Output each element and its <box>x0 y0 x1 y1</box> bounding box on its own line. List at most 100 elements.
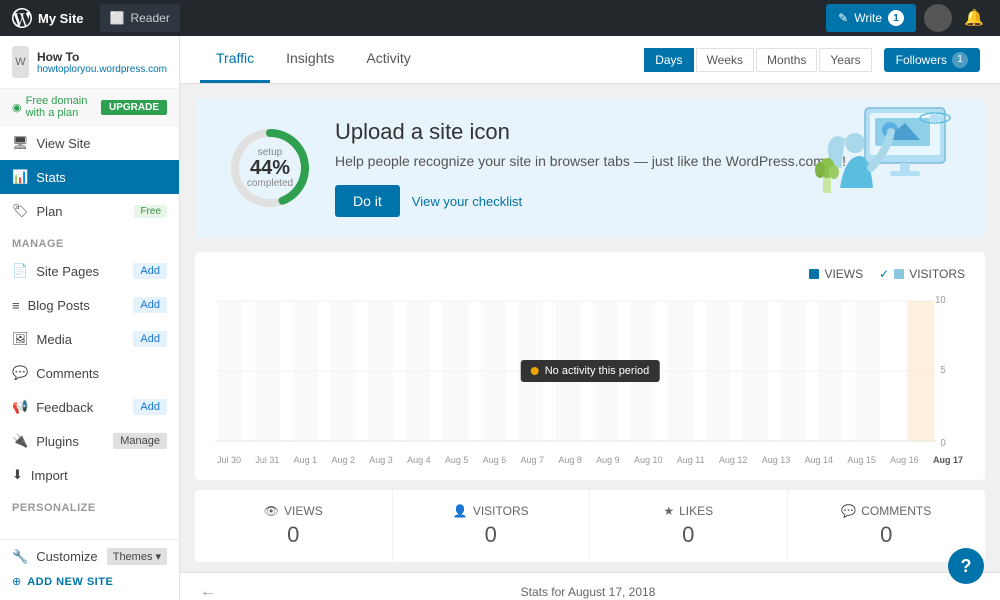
plan-badge: Free <box>134 205 167 218</box>
completed-label: completed <box>247 178 293 189</box>
reader-button[interactable]: ⬜ Reader <box>100 4 180 32</box>
site-name: How To <box>37 50 167 64</box>
themes-dropdown[interactable]: Themes ▾ <box>107 548 167 565</box>
chevron-down-icon: ▾ <box>155 550 161 563</box>
feedback-add-button[interactable]: Add <box>133 399 167 415</box>
illustration-svg <box>805 99 965 237</box>
upgrade-button[interactable]: UPGRADE <box>101 100 167 115</box>
progress-percent: 44% <box>247 158 293 178</box>
notifications-icon[interactable]: 🔔 <box>960 4 988 32</box>
sidebar-item-view-site[interactable]: 🖥 View Site <box>0 126 179 160</box>
tab-traffic[interactable]: Traffic <box>200 36 270 83</box>
sidebar-item-label: Plan <box>37 204 127 219</box>
sidebar-item-comments[interactable]: 💬 Comments <box>0 356 179 390</box>
svg-text:10: 10 <box>935 295 946 306</box>
visitors-dot <box>894 269 904 279</box>
chart-container: VIEWS ✓ VISITORS 10 5 0 <box>195 252 985 480</box>
site-details: How To howtoploryou.wordpress.com <box>37 50 167 75</box>
eye-icon: 👁 <box>264 504 279 518</box>
stat-views: 👁 VIEWS 0 <box>195 490 393 562</box>
followers-button[interactable]: Followers 1 <box>884 48 980 72</box>
progress-text: setup 44% completed <box>247 147 293 189</box>
person-icon: 👤 <box>453 504 468 518</box>
period-months[interactable]: Months <box>756 48 817 72</box>
avatar-image <box>924 4 952 32</box>
customize-row[interactable]: 🔧 Customize Themes ▾ <box>12 548 167 565</box>
likes-label: ★ LIKES <box>610 504 767 518</box>
sidebar-item-feedback[interactable]: 📢 Feedback Add <box>0 390 179 424</box>
customize-icon: 🔧 <box>12 549 28 565</box>
help-button[interactable]: ? <box>948 548 984 584</box>
media-add-button[interactable]: Add <box>133 331 167 347</box>
stat-visitors: 👤 VISITORS 0 <box>393 490 591 562</box>
site-info[interactable]: W How To howtoploryou.wordpress.com <box>0 36 179 89</box>
media-icon: 🖼 <box>12 331 29 347</box>
user-avatar[interactable] <box>924 4 952 32</box>
visitors-value: 0 <box>413 522 570 548</box>
bottom-bar: ← Stats for August 17, 2018 <box>180 572 1000 600</box>
sidebar-item-import[interactable]: ⬇ Import <box>0 458 179 492</box>
sidebar-item-label: Media <box>37 332 126 347</box>
sidebar-item-label: Plugins <box>36 434 105 449</box>
stats-date-label: Stats for August 17, 2018 <box>521 585 656 599</box>
sidebar-item-stats[interactable]: 📊 Stats <box>0 160 179 194</box>
site-url: howtoploryou.wordpress.com <box>37 64 167 75</box>
site-pages-add-button[interactable]: Add <box>133 263 167 279</box>
sidebar-item-label: Blog Posts <box>28 298 126 313</box>
sidebar-item-blog-posts[interactable]: ≡ Blog Posts Add <box>0 288 179 322</box>
upgrade-banner: ◉ Free domain with a plan UPGRADE <box>0 89 179 126</box>
sidebar-item-media[interactable]: 🖼 Media Add <box>0 322 179 356</box>
customize-label: Customize <box>36 549 99 564</box>
checkmark-icon: ✓ <box>879 267 889 281</box>
sidebar-nav: 🖥 View Site 📊 Stats 🏷 Plan Free Manage 📄… <box>0 126 179 539</box>
period-selector: Days Weeks Months Years Followers 1 <box>644 48 980 72</box>
progress-circle: setup 44% completed <box>225 123 315 213</box>
period-weeks[interactable]: Weeks <box>696 48 754 72</box>
sidebar-item-plugins[interactable]: 🔌 Plugins Manage <box>0 424 179 458</box>
visitors-legend-label: VISITORS <box>909 267 965 281</box>
sidebar-item-site-pages[interactable]: 📄 Site Pages Add <box>0 254 179 288</box>
site-icon: W <box>12 46 29 78</box>
doit-button[interactable]: Do it <box>335 185 400 217</box>
blog-posts-add-button[interactable]: Add <box>133 297 167 313</box>
sidebar-item-label: Import <box>31 468 167 483</box>
wordpress-icon <box>12 8 32 28</box>
sidebar-item-label: Stats <box>36 170 167 185</box>
write-button[interactable]: ✎ Write 1 <box>826 4 916 32</box>
views-value: 0 <box>215 522 372 548</box>
add-new-site-button[interactable]: ⊕ ADD NEW SITE <box>12 571 167 592</box>
checklist-link[interactable]: View your checklist <box>412 194 522 209</box>
period-days[interactable]: Days <box>644 48 693 72</box>
comments-value: 0 <box>808 522 966 548</box>
chart-area: 10 5 0 <box>215 291 965 451</box>
write-badge: 1 <box>888 10 904 26</box>
visitors-legend: ✓ VISITORS <box>879 267 965 281</box>
plan-icon: 🏷 <box>12 203 29 219</box>
prev-arrow[interactable]: ← <box>200 583 216 600</box>
views-label: 👁 VIEWS <box>215 504 372 518</box>
svg-text:5: 5 <box>940 365 946 376</box>
views-legend: VIEWS <box>809 267 863 281</box>
wp-logo[interactable]: My Site <box>12 8 84 28</box>
stats-icon: 📊 <box>12 169 28 185</box>
visitors-label: 👤 VISITORS <box>413 504 570 518</box>
monitor-icon: 🖥 <box>12 135 29 151</box>
plugins-manage-button[interactable]: Manage <box>113 433 167 449</box>
pencil-icon: ✎ <box>838 11 848 25</box>
tooltip-dot <box>531 367 539 375</box>
views-legend-label: VIEWS <box>824 267 863 281</box>
stats-grid: 👁 VIEWS 0 👤 VISITORS 0 ★ LIKES 0 💬 COMME… <box>195 490 985 562</box>
sidebar-item-plan[interactable]: 🏷 Plan Free <box>0 194 179 228</box>
sidebar-bottom: 🔧 Customize Themes ▾ ⊕ ADD NEW SITE <box>0 539 179 600</box>
upload-banner: setup 44% completed Upload a site icon H… <box>195 99 985 237</box>
posts-icon: ≡ <box>12 298 20 313</box>
no-activity-tooltip: No activity this period <box>521 360 660 382</box>
period-years[interactable]: Years <box>819 48 871 72</box>
pages-icon: 📄 <box>12 263 28 279</box>
stat-likes: ★ LIKES 0 <box>590 490 788 562</box>
tab-activity[interactable]: Activity <box>350 36 426 83</box>
svg-text:0: 0 <box>940 438 946 449</box>
likes-value: 0 <box>610 522 767 548</box>
tab-insights[interactable]: Insights <box>270 36 350 83</box>
comments-icon: 💬 <box>12 365 28 381</box>
